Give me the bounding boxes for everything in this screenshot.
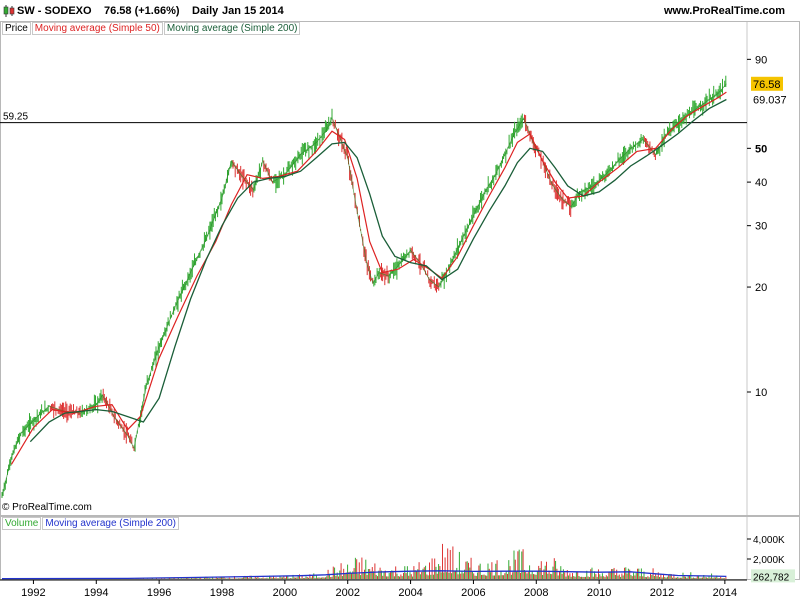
volume-y-tick-label: 2,000K bbox=[753, 555, 785, 566]
x-tick-label: 2012 bbox=[650, 587, 674, 599]
x-tick-label: 2010 bbox=[587, 587, 611, 599]
chart-canvas: 9050403020101992 1994 1996 1998 2000 2002 2004… bbox=[0, 22, 795, 599]
x-tick-label: 2000 bbox=[273, 587, 297, 599]
volume-y-tick-label: 4,000K bbox=[753, 535, 785, 546]
x-tick-label: 1992 bbox=[21, 587, 45, 599]
y-tick-label: 50 bbox=[755, 143, 767, 155]
x-tick-label: 1996 bbox=[147, 587, 171, 599]
price-bars bbox=[1, 75, 727, 498]
y-tick-label: 10 bbox=[755, 387, 767, 399]
price-line bbox=[1, 83, 727, 497]
volume-last-label: 262,782 bbox=[753, 572, 790, 583]
x-tick-label: 2004 bbox=[398, 587, 422, 599]
ma200-last-label: 69.037 bbox=[753, 94, 787, 106]
last-price-label: 76.58 bbox=[753, 79, 781, 91]
x-tick-label: 2006 bbox=[461, 587, 485, 599]
y-tick-label: 30 bbox=[755, 221, 767, 233]
x-tick-label: 1994 bbox=[84, 587, 108, 599]
x-tick-label: 2002 bbox=[335, 587, 359, 599]
ma200-line bbox=[29, 98, 727, 443]
hline-label: 59.25 bbox=[3, 112, 28, 123]
x-tick-label: 1998 bbox=[210, 587, 234, 599]
volume-bars bbox=[7, 543, 727, 579]
x-tick-label: 2014 bbox=[713, 587, 737, 599]
y-tick-label: 20 bbox=[755, 282, 767, 294]
y-tick-label: 40 bbox=[755, 177, 767, 189]
x-tick-label: 2008 bbox=[524, 587, 548, 599]
y-tick-label: 90 bbox=[755, 54, 767, 66]
